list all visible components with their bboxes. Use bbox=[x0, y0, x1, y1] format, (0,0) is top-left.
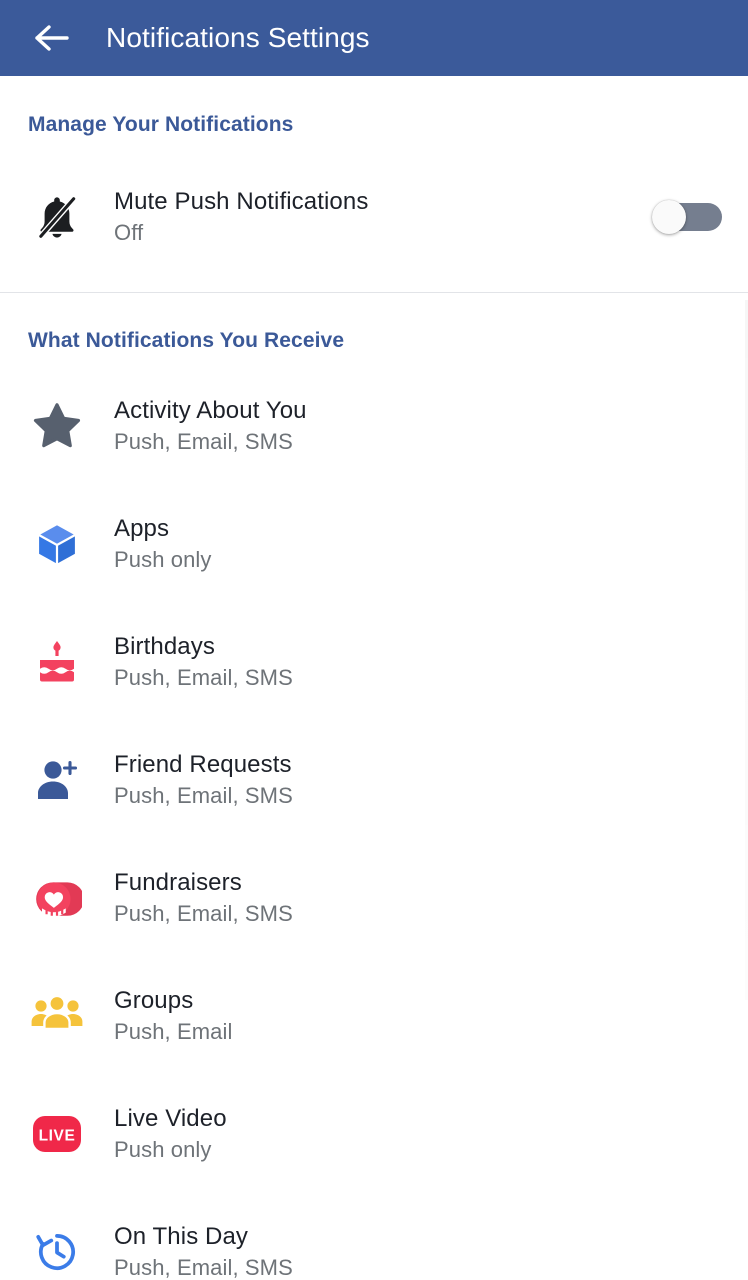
cube-icon bbox=[28, 520, 86, 568]
bell-mute-icon bbox=[28, 192, 86, 242]
row-text: Birthdays Push, Email, SMS bbox=[114, 632, 722, 692]
row-title: Live Video bbox=[114, 1105, 227, 1133]
row-text: Fundraisers Push, Email, SMS bbox=[114, 868, 722, 928]
mute-push-toggle[interactable] bbox=[652, 199, 722, 234]
row-title: Activity About You bbox=[114, 397, 307, 425]
notifications-settings-screen: Notifications Settings Manage Your Notif… bbox=[0, 0, 748, 1280]
row-text: On This Day Push, Email, SMS bbox=[114, 1222, 722, 1280]
birthday-cake-icon bbox=[28, 638, 86, 686]
row-text: Groups Push, Email bbox=[114, 986, 722, 1046]
row-subtitle: Push, Email, SMS bbox=[114, 783, 293, 809]
live-badge-icon: LIVE bbox=[28, 1111, 86, 1157]
row-subtitle: Push, Email, SMS bbox=[114, 901, 293, 927]
row-friend-requests[interactable]: Friend Requests Push, Email, SMS bbox=[0, 721, 748, 839]
notification-types-list: Activity About You Push, Email, SMS Apps… bbox=[0, 353, 748, 1280]
section-header-manage: Manage Your Notifications bbox=[28, 113, 294, 136]
row-text: Friend Requests Push, Email, SMS bbox=[114, 750, 722, 810]
row-mute-push-notifications[interactable]: Mute Push Notifications Off bbox=[0, 169, 748, 264]
row-apps[interactable]: Apps Push only bbox=[0, 485, 748, 603]
arrow-left-icon bbox=[35, 25, 69, 51]
row-live-video[interactable]: LIVE Live Video Push only bbox=[0, 1075, 748, 1193]
row-subtitle: Push only bbox=[114, 547, 212, 573]
star-icon bbox=[28, 400, 86, 452]
row-title: Apps bbox=[114, 515, 170, 543]
row-subtitle: Push, Email, SMS bbox=[114, 1255, 293, 1280]
row-subtitle: Off bbox=[114, 219, 144, 245]
row-text: Activity About You Push, Email, SMS bbox=[114, 396, 722, 456]
clock-history-icon bbox=[28, 1227, 86, 1277]
row-text: Live Video Push only bbox=[114, 1104, 722, 1164]
row-subtitle: Push, Email bbox=[114, 1019, 233, 1045]
row-subtitle: Push, Email, SMS bbox=[114, 429, 293, 455]
fundraiser-coin-icon bbox=[28, 873, 86, 923]
row-title: Groups bbox=[114, 987, 194, 1015]
section-header-receive: What Notifications You Receive bbox=[28, 329, 345, 352]
toggle-knob bbox=[652, 199, 686, 234]
row-subtitle: Push only bbox=[114, 1137, 212, 1163]
row-title: Birthdays bbox=[114, 633, 215, 661]
app-bar: Notifications Settings bbox=[0, 0, 748, 76]
row-title: Friend Requests bbox=[114, 751, 292, 779]
row-title: Mute Push Notifications bbox=[114, 187, 369, 215]
row-text: Mute Push Notifications Off bbox=[114, 187, 652, 247]
row-groups[interactable]: Groups Push, Email bbox=[0, 957, 748, 1075]
page-title: Notifications Settings bbox=[106, 22, 370, 53]
row-on-this-day[interactable]: On This Day Push, Email, SMS bbox=[0, 1193, 748, 1280]
row-fundraisers[interactable]: Fundraisers Push, Email, SMS bbox=[0, 839, 748, 957]
live-badge-label: LIVE bbox=[39, 1128, 76, 1145]
row-title: On This Day bbox=[114, 1223, 249, 1251]
row-subtitle: Push, Email, SMS bbox=[114, 665, 293, 691]
row-activity-about-you[interactable]: Activity About You Push, Email, SMS bbox=[0, 367, 748, 485]
row-text: Apps Push only bbox=[114, 514, 722, 574]
back-button[interactable] bbox=[30, 16, 74, 60]
row-birthdays[interactable]: Birthdays Push, Email, SMS bbox=[0, 603, 748, 721]
person-add-icon bbox=[28, 756, 86, 804]
row-title: Fundraisers bbox=[114, 869, 242, 897]
group-people-icon bbox=[28, 993, 86, 1039]
